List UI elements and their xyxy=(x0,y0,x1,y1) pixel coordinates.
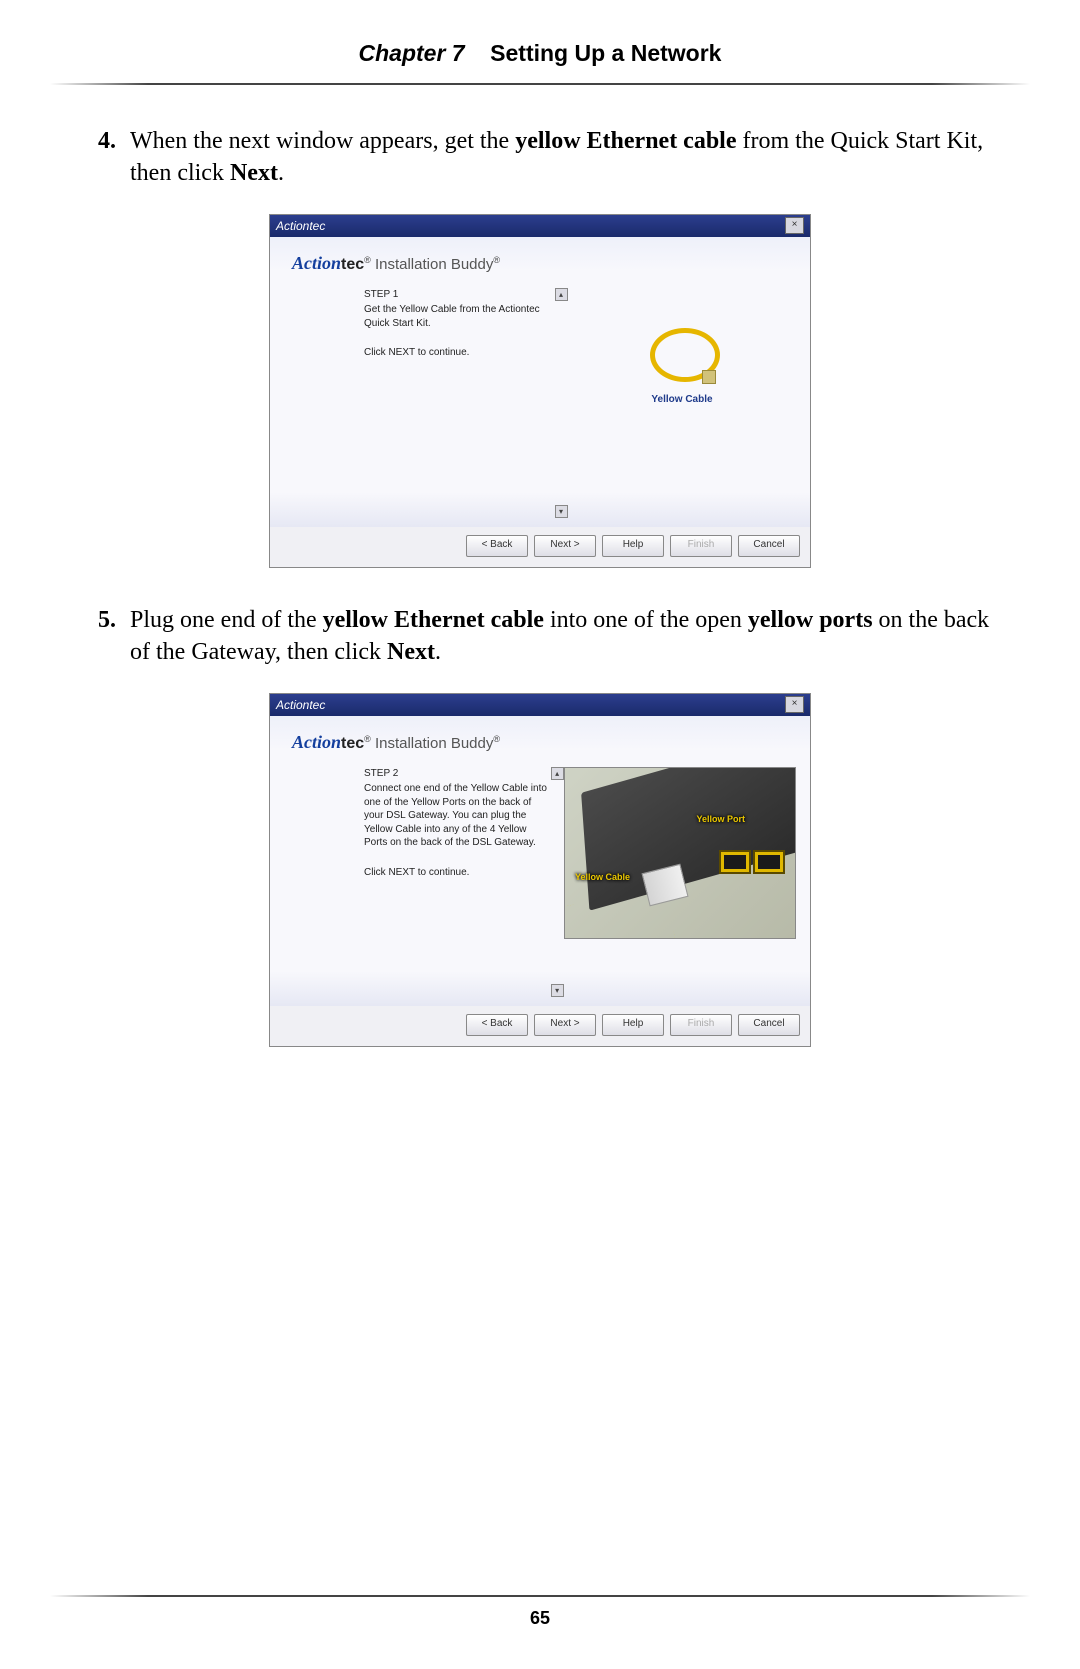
logo-script: Action xyxy=(292,253,341,273)
wizard-content: STEP 1 Get the Yellow Cable from the Act… xyxy=(284,288,796,518)
step-label: STEP 1 xyxy=(364,288,554,302)
wizard-illustration: Yellow Port Yellow Cable xyxy=(564,767,796,997)
scroll-down-button[interactable]: ▾ xyxy=(551,984,564,997)
bold-run: Next xyxy=(387,639,435,665)
step-number: 4. xyxy=(70,125,130,190)
photo-label-cable: Yellow Cable xyxy=(575,872,630,882)
wizard-content: STEP 2 Connect one end of the Yellow Cab… xyxy=(284,767,796,997)
wizard-logo-header: Actiontec® Installation Buddy® xyxy=(284,726,796,767)
yellow-cable-icon xyxy=(642,318,722,388)
bold-run: yellow ports xyxy=(748,607,873,633)
cancel-button[interactable]: Cancel xyxy=(738,535,800,557)
text-run: . xyxy=(435,639,441,665)
chapter-title: Setting Up a Network xyxy=(490,40,721,66)
scrollbar[interactable]: ▴ ▾ xyxy=(550,767,564,997)
titlebar-brand: Actiontec xyxy=(276,698,325,712)
back-button[interactable]: < Back xyxy=(466,1014,528,1036)
wizard-button-row: < Back Next > Help Finish Cancel xyxy=(270,527,810,567)
text-run: into one of the open xyxy=(544,607,748,633)
wizard-text-pane: STEP 2 Connect one end of the Yellow Cab… xyxy=(364,767,550,997)
wizard-window: Actiontec × Actiontec® Installation Budd… xyxy=(269,693,811,1047)
next-button[interactable]: Next > xyxy=(534,1014,596,1036)
wizard-body: Actiontec® Installation Buddy® STEP 2 Co… xyxy=(270,716,810,1006)
wizard-window: Actiontec × Actiontec® Installation Budd… xyxy=(269,214,811,568)
reg-mark: ® xyxy=(364,734,371,744)
product-name: Installation Buddy xyxy=(371,256,494,273)
instruction-step: 4. When the next window appears, get the… xyxy=(70,125,1010,190)
step-number: 5. xyxy=(70,604,130,669)
text-run: When the next window appears, get the xyxy=(130,128,515,154)
finish-button: Finish xyxy=(670,535,732,557)
close-button[interactable]: × xyxy=(785,217,804,234)
header-divider xyxy=(50,83,1030,85)
bold-run: Next xyxy=(230,160,278,186)
illustration-caption: Yellow Cable xyxy=(651,394,712,405)
logo-script: Action xyxy=(292,732,341,752)
text-run: . xyxy=(278,160,284,186)
step-cta: Click NEXT to continue. xyxy=(364,346,554,360)
step-label: STEP 2 xyxy=(364,767,550,781)
figure-wrapper: Actiontec × Actiontec® Installation Budd… xyxy=(70,214,1010,568)
step-text: Plug one end of the yellow Ethernet cabl… xyxy=(130,604,1010,669)
next-button[interactable]: Next > xyxy=(534,535,596,557)
wizard-button-row: < Back Next > Help Finish Cancel xyxy=(270,1006,810,1046)
reg-mark: ® xyxy=(364,255,371,265)
step-text: When the next window appears, get the ye… xyxy=(130,125,1010,190)
photo-label-port: Yellow Port xyxy=(696,814,745,824)
help-button[interactable]: Help xyxy=(602,535,664,557)
page-number: 65 xyxy=(0,1608,1080,1629)
chapter-number: Chapter 7 xyxy=(359,40,465,66)
step-description: Connect one end of the Yellow Cable into… xyxy=(364,782,550,850)
figure-wrapper: Actiontec × Actiontec® Installation Budd… xyxy=(70,693,1010,1047)
scroll-up-button[interactable]: ▴ xyxy=(551,767,564,780)
wizard-text-pane: STEP 1 Get the Yellow Cable from the Act… xyxy=(364,288,554,518)
step-cta: Click NEXT to continue. xyxy=(364,866,550,880)
step-description: Get the Yellow Cable from the Actiontec … xyxy=(364,303,554,330)
window-titlebar: Actiontec × xyxy=(270,215,810,237)
logo-bold: tec xyxy=(341,256,364,273)
footer-divider xyxy=(50,1595,1030,1597)
scrollbar[interactable]: ▴ ▾ xyxy=(554,288,568,518)
product-name: Installation Buddy xyxy=(371,735,494,752)
cancel-button[interactable]: Cancel xyxy=(738,1014,800,1036)
back-button[interactable]: < Back xyxy=(466,535,528,557)
wizard-logo-header: Actiontec® Installation Buddy® xyxy=(284,247,796,288)
scroll-up-button[interactable]: ▴ xyxy=(555,288,568,301)
chapter-header: Chapter 7 Setting Up a Network xyxy=(70,40,1010,67)
titlebar-brand: Actiontec xyxy=(276,219,325,233)
reg-mark: ® xyxy=(493,734,500,744)
instruction-step: 5. Plug one end of the yellow Ethernet c… xyxy=(70,604,1010,669)
finish-button: Finish xyxy=(670,1014,732,1036)
yellow-cable-icon xyxy=(564,888,678,939)
help-button[interactable]: Help xyxy=(602,1014,664,1036)
close-button[interactable]: × xyxy=(785,696,804,713)
logo-bold: tec xyxy=(341,735,364,752)
window-titlebar: Actiontec × xyxy=(270,694,810,716)
bold-run: yellow Ethernet cable xyxy=(323,607,544,633)
text-run: Plug one end of the xyxy=(130,607,323,633)
wizard-body: Actiontec® Installation Buddy® STEP 1 Ge… xyxy=(270,237,810,527)
scroll-down-button[interactable]: ▾ xyxy=(555,505,568,518)
wizard-illustration: Yellow Cable xyxy=(568,288,796,518)
gateway-photo: Yellow Port Yellow Cable xyxy=(564,767,796,939)
bold-run: yellow Ethernet cable xyxy=(515,128,736,154)
reg-mark: ® xyxy=(493,255,500,265)
